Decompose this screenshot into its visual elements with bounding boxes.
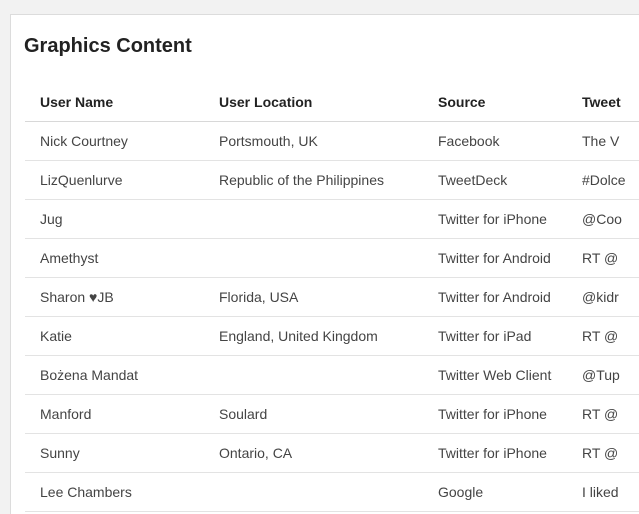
cell-user-location — [204, 199, 423, 239]
cell-tweet: I liked — [567, 472, 639, 512]
table-row: Lee Chambers Google I liked — [25, 472, 639, 512]
column-header-user-name: User Name — [25, 83, 204, 122]
table-row: Katie England, United Kingdom Twitter fo… — [25, 316, 639, 356]
cell-user-name: Amethyst — [25, 238, 204, 278]
cell-user-name: Jug — [25, 199, 204, 239]
table-row: Nick Courtney Portsmouth, UK Facebook Th… — [25, 121, 639, 161]
cell-user-location: Ontario, CA — [204, 433, 423, 473]
cell-source: Twitter for iPhone — [423, 394, 567, 434]
cell-source: Twitter for iPhone — [423, 199, 567, 239]
tweets-table-wrapper[interactable]: User Name User Location Source Tweet Nic… — [25, 83, 639, 512]
cell-user-location — [204, 355, 423, 395]
cell-tweet: #Dolce — [567, 160, 639, 200]
cell-user-location — [204, 238, 423, 278]
table-row: Bożena Mandat Twitter Web Client @Tup — [25, 355, 639, 395]
table-row: Sharon ♥JB Florida, USA Twitter for Andr… — [25, 277, 639, 317]
cell-source: Twitter for iPhone — [423, 433, 567, 473]
cell-source: TweetDeck — [423, 160, 567, 200]
cell-user-name: Katie — [25, 316, 204, 356]
panel-title: Graphics Content — [24, 35, 192, 57]
column-header-tweet: Tweet — [567, 83, 639, 122]
cell-user-name: Sunny — [25, 433, 204, 473]
cell-user-location — [204, 472, 423, 512]
cell-user-location: Florida, USA — [204, 277, 423, 317]
cell-user-location: Soulard — [204, 394, 423, 434]
table-header-row: User Name User Location Source Tweet — [25, 83, 639, 122]
cell-user-name: Lee Chambers — [25, 472, 204, 512]
cell-tweet: The V — [567, 121, 639, 161]
cell-user-location: England, United Kingdom — [204, 316, 423, 356]
cell-source: Twitter for Android — [423, 238, 567, 278]
cell-user-name: Nick Courtney — [25, 121, 204, 161]
cell-user-name: Bożena Mandat — [25, 355, 204, 395]
cell-tweet: RT @ — [567, 238, 639, 278]
cell-user-name: Manford — [25, 394, 204, 434]
column-header-user-location: User Location — [204, 83, 423, 122]
cell-source: Twitter for iPad — [423, 316, 567, 356]
table-row: LizQuenlurve Republic of the Philippines… — [25, 160, 639, 200]
cell-source: Twitter for Android — [423, 277, 567, 317]
table-row: Sunny Ontario, CA Twitter for iPhone RT … — [25, 433, 639, 473]
cell-tweet: @kidr — [567, 277, 639, 317]
cell-user-name: LizQuenlurve — [25, 160, 204, 200]
cell-tweet: @Tup — [567, 355, 639, 395]
graphics-content-panel: Graphics Content User Name User Location… — [10, 14, 639, 514]
table-row: Jug Twitter for iPhone @Coo — [25, 199, 639, 239]
cell-source: Twitter Web Client — [423, 355, 567, 395]
cell-user-name: Sharon ♥JB — [25, 277, 204, 317]
table-row: Manford Soulard Twitter for iPhone RT @ — [25, 394, 639, 434]
cell-tweet: RT @ — [567, 316, 639, 356]
cell-tweet: RT @ — [567, 394, 639, 434]
cell-tweet: RT @ — [567, 433, 639, 473]
table-row: Amethyst Twitter for Android RT @ — [25, 238, 639, 278]
cell-tweet: @Coo — [567, 199, 639, 239]
tweets-table: User Name User Location Source Tweet Nic… — [25, 83, 639, 512]
cell-source: Facebook — [423, 121, 567, 161]
cell-user-location: Republic of the Philippines — [204, 160, 423, 200]
cell-user-location: Portsmouth, UK — [204, 121, 423, 161]
column-header-source: Source — [423, 83, 567, 122]
cell-source: Google — [423, 472, 567, 512]
